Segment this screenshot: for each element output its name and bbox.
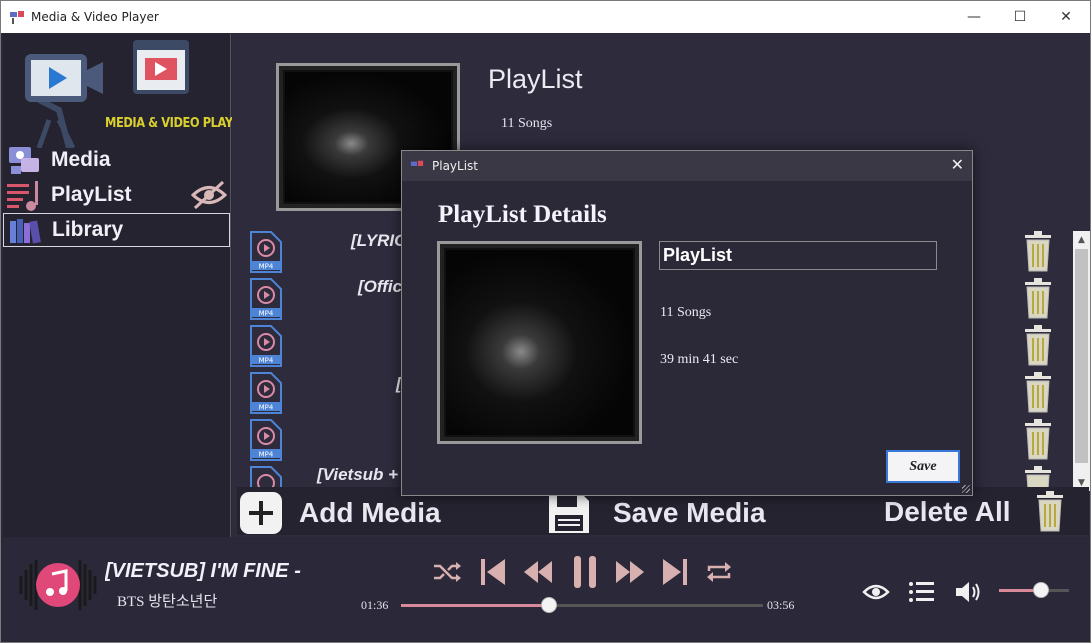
playlist-title: PlayList	[488, 64, 583, 94]
now-playing-title: [VIETSUB] I'M FINE -	[105, 560, 301, 582]
seek-slider[interactable]	[401, 597, 763, 613]
volume-handle[interactable]	[1033, 582, 1049, 598]
playlist-song-count: 11 Songs	[501, 116, 553, 131]
save-button[interactable]: Save	[886, 450, 960, 483]
svg-text:MP4: MP4	[259, 357, 274, 365]
svg-text:MP4: MP4	[259, 310, 274, 318]
library-icon	[8, 217, 46, 247]
seek-progress	[401, 604, 549, 607]
sidebar-item-label: Library	[52, 218, 124, 241]
trash-icon	[1035, 491, 1065, 533]
track-title[interactable]: [Offic	[358, 277, 402, 297]
fast-forward-icon[interactable]	[613, 554, 647, 590]
app-icon	[9, 9, 25, 25]
list-icon[interactable]	[905, 574, 939, 610]
app-icon	[410, 159, 424, 173]
music-disc-icon	[15, 542, 101, 628]
current-time: 01:36	[361, 598, 389, 612]
dialog-duration: 39 min 41 sec	[660, 352, 739, 367]
delete-all-button[interactable]: Delete All	[884, 491, 1065, 533]
app-logo: MEDIA & VIDEO PLAYER	[19, 40, 249, 150]
sidebar-item-media[interactable]: Media	[3, 143, 230, 177]
skip-next-icon[interactable]	[659, 554, 691, 590]
shuffle-icon[interactable]	[431, 554, 463, 590]
eye-slash-icon[interactable]	[190, 180, 228, 215]
trash-icon[interactable]	[1023, 231, 1053, 273]
trash-icon[interactable]	[1023, 325, 1053, 367]
trash-icon[interactable]	[1023, 419, 1053, 461]
sidebar-item-label: Media	[51, 148, 111, 171]
trash-icon[interactable]	[1023, 372, 1053, 414]
playlist-details-dialog: PlayList ✕ PlayList Details 11 Songs 39 …	[401, 150, 973, 496]
svg-text:MP4: MP4	[259, 263, 274, 271]
repeat-icon[interactable]	[703, 554, 735, 590]
playlist-name-field[interactable]	[659, 241, 937, 270]
seek-handle[interactable]	[541, 597, 557, 613]
close-icon[interactable]: ✕	[1043, 1, 1089, 33]
sidebar-item-label: PlayList	[51, 183, 132, 206]
app-window: Media & Video Player — ☐ ✕ MEDIA & VIDEO…	[0, 0, 1091, 643]
close-icon[interactable]: ✕	[951, 155, 964, 174]
add-media-label: Add Media	[299, 497, 441, 528]
sidebar-item-library[interactable]: Library	[3, 213, 230, 247]
title-bar: Media & Video Player — ☐ ✕	[1, 1, 1090, 33]
playlist-cover	[437, 241, 642, 444]
dialog-heading: PlayList Details	[438, 201, 607, 228]
resize-grip[interactable]	[962, 485, 970, 493]
dialog-song-count: 11 Songs	[660, 305, 712, 320]
mp4-file-icon[interactable]: MP4	[247, 418, 283, 462]
now-playing-artist: BTS 방탄소년단	[117, 594, 218, 610]
sidebar: MEDIA & VIDEO PLAYER Media PlayList Libr…	[3, 34, 249, 537]
svg-text:MP4: MP4	[259, 451, 274, 459]
maximize-icon[interactable]: ☐	[997, 1, 1043, 33]
plus-icon	[239, 491, 283, 535]
save-media-label: Save Media	[613, 497, 766, 528]
mp4-file-icon[interactable]: MP4	[247, 324, 283, 368]
total-time: 03:56	[767, 598, 795, 612]
save-media-button[interactable]: Save Media	[547, 491, 766, 535]
tracklist-scrollbar[interactable]: ▲ ▼	[1073, 231, 1090, 491]
scroll-thumb[interactable]	[1075, 249, 1088, 463]
logo-text: MEDIA & VIDEO PLAYER	[105, 116, 249, 131]
player-bar: [VIETSUB] I'M FINE - BTS 방탄소년단 01:36 03:…	[3, 538, 1090, 642]
mp4-file-icon[interactable]: MP4	[247, 277, 283, 321]
scroll-up-icon[interactable]: ▲	[1073, 231, 1090, 248]
media-icon	[7, 146, 45, 176]
add-media-button[interactable]: Add Media	[239, 491, 441, 535]
minimize-icon[interactable]: —	[951, 1, 997, 33]
svg-text:MP4: MP4	[259, 404, 274, 412]
mp4-file-icon[interactable]	[247, 465, 283, 487]
floppy-disk-icon	[547, 491, 591, 535]
trash-icon[interactable]	[1023, 466, 1053, 488]
volume-icon[interactable]	[951, 574, 985, 610]
track-title[interactable]: [Vietsub +	[317, 465, 398, 485]
track-title[interactable]: [LYRIC	[351, 231, 406, 251]
pause-icon[interactable]	[567, 554, 603, 590]
dialog-title: PlayList	[432, 159, 479, 173]
trash-icon[interactable]	[1023, 278, 1053, 320]
mp4-file-icon[interactable]: MP4	[247, 371, 283, 415]
volume-slider[interactable]	[999, 582, 1069, 598]
dialog-title-bar: PlayList ✕	[402, 151, 972, 181]
mp4-file-icon[interactable]: MP4	[247, 230, 283, 274]
sidebar-item-playlist[interactable]: PlayList	[3, 178, 230, 212]
rewind-icon[interactable]	[521, 554, 555, 590]
eye-icon[interactable]	[859, 574, 893, 610]
skip-previous-icon[interactable]	[477, 554, 509, 590]
playlist-icon	[7, 181, 45, 211]
window-title: Media & Video Player	[31, 10, 159, 24]
delete-all-label: Delete All	[884, 496, 1011, 527]
